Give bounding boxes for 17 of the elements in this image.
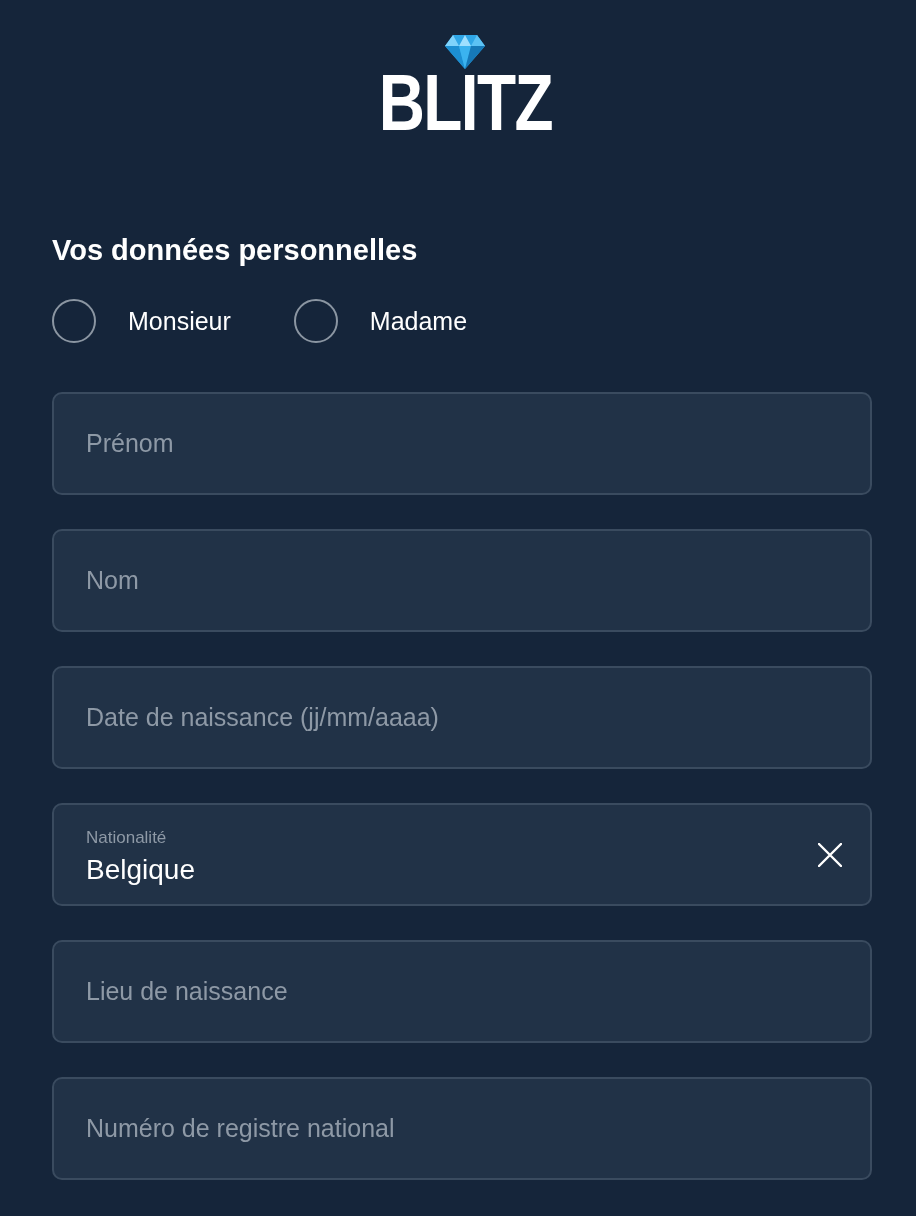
radio-button[interactable] — [52, 299, 96, 343]
brand-logo-text: BLITZ — [378, 71, 552, 135]
radio-label[interactable]: Madame — [369, 306, 468, 336]
input-field[interactable]: Numéro de registre national — [52, 1077, 872, 1180]
radio-label[interactable]: Monsieur — [128, 306, 231, 336]
input-field[interactable]: Date de naissance (jj/mm/aaaa) — [52, 666, 872, 769]
clear-button[interactable] — [818, 842, 842, 867]
field-label: Nationalité — [86, 827, 168, 848]
diamond-icon — [445, 35, 485, 69]
input-field[interactable]: Nom — [52, 529, 872, 632]
section-title: Vos données personnelles — [52, 233, 419, 267]
select-field[interactable]: Nationalité Belgique — [52, 803, 872, 906]
input-field[interactable]: Prénom — [52, 392, 872, 495]
field-value: Belgique — [86, 853, 195, 886]
close-icon — [818, 842, 842, 867]
radio-button[interactable] — [293, 299, 338, 343]
input-field[interactable]: Lieu de naissance — [52, 940, 872, 1043]
